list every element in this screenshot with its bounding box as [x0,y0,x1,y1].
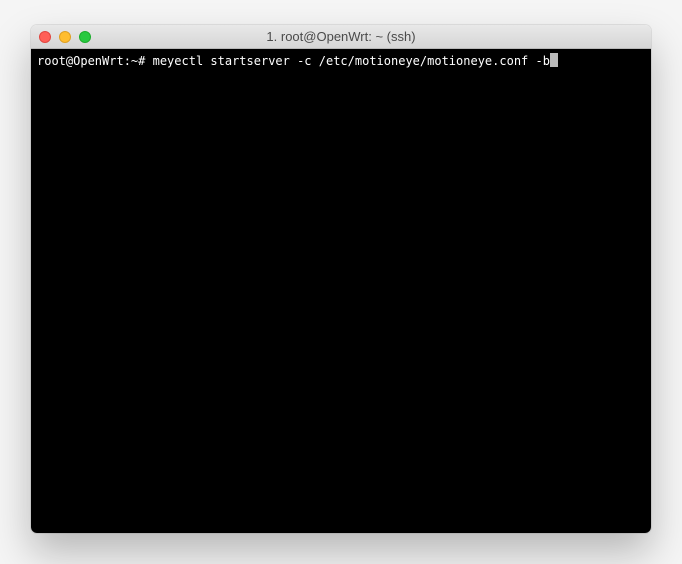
terminal-body[interactable]: root@OpenWrt:~# meyectl startserver -c /… [31,49,651,533]
window-titlebar[interactable]: 1. root@OpenWrt: ~ (ssh) [31,25,651,49]
terminal-window: 1. root@OpenWrt: ~ (ssh) root@OpenWrt:~#… [31,25,651,533]
minimize-icon[interactable] [59,31,71,43]
zoom-icon[interactable] [79,31,91,43]
cursor-icon [550,53,558,67]
close-icon[interactable] [39,31,51,43]
window-title: 1. root@OpenWrt: ~ (ssh) [31,29,651,44]
shell-command: meyectl startserver -c /etc/motioneye/mo… [153,53,550,70]
shell-prompt: root@OpenWrt:~# [37,53,153,70]
traffic-lights [39,31,91,43]
terminal-line: root@OpenWrt:~# meyectl startserver -c /… [37,53,645,70]
